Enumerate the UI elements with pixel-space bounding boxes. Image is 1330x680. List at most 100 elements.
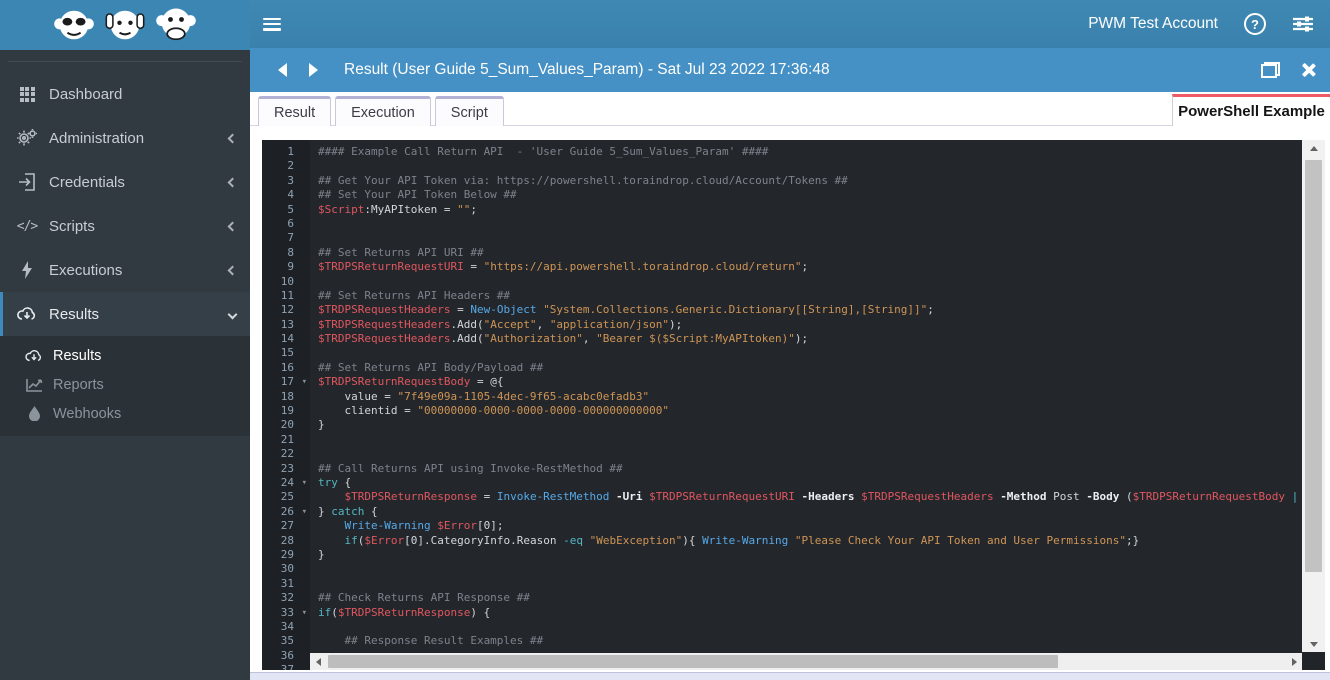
sliders-settings-icon[interactable] [1292, 15, 1314, 33]
code-editor[interactable]: 1 2 3 4 5 6 7 8 9 10 11 12 13 14 15 16 17 ▾ 18 19 20 21 22 23 24… [262, 140, 1302, 670]
code-line: clientid = "00000000-0000-0000-0000-0000… [318, 404, 670, 418]
content-pane: 1 2 3 4 5 6 7 8 9 10 11 12 13 14 15 16 17 ▾ 18 19 20 21 22 23 24… [250, 126, 1330, 680]
code-fold-icon[interactable]: ▾ [302, 375, 307, 389]
sidebar-subitem-webhooks[interactable]: Webhooks [0, 399, 250, 428]
code-line: if($Error[0].CategoryInfo.Reason -eq "We… [344, 533, 1140, 547]
code-line: ## Set Returns API Headers ## [318, 288, 511, 302]
code-line: $Script:MyAPItoken = ""; [318, 202, 477, 216]
code-icon: </> [16, 218, 39, 234]
sidebar-item-label: Executions [49, 261, 123, 279]
cloud-download-icon [24, 349, 44, 363]
code-line: ## Set Returns API Body/Payload ## [318, 360, 544, 374]
editor-code[interactable]: #### Example Call Return API - 'User Gui… [310, 140, 1302, 670]
gears-icon [16, 129, 38, 147]
sidebar-divider [8, 61, 242, 62]
code-line: ## Get Your API Token via: https://power… [318, 173, 848, 187]
code-line: } [318, 547, 325, 561]
topbar: PWM Test Account ? [250, 0, 1330, 48]
sidebar-item-label: Results [49, 305, 100, 323]
result-window-titlebar: Result (User Guide 5_Sum_Values_Param) -… [250, 48, 1330, 92]
sidebar-item-label: Dashboard [49, 85, 123, 103]
editor-gutter: 1 2 3 4 5 6 7 8 9 10 11 12 13 14 15 16 17 ▾ 18 19 20 21 22 23 24… [262, 140, 310, 670]
dashboard-grid-icon [16, 86, 38, 102]
code-line: ## Response Result Examples ## [318, 634, 544, 648]
monkey-see-no-evil-icon [54, 10, 94, 40]
code-line: $TRDPSReturnResponse = Invoke-RestMethod… [344, 490, 1299, 504]
tab-execution[interactable]: Execution [335, 96, 431, 126]
sidebar-item-credentials[interactable]: Credentials [0, 160, 250, 204]
cloud-download-icon [16, 306, 38, 322]
previous-result-button[interactable] [278, 63, 287, 77]
code-line: ## Set Returns API URI ## [318, 245, 484, 259]
tab-script[interactable]: Script [434, 96, 504, 126]
code-fold-icon[interactable]: ▾ [302, 505, 307, 519]
code-line: try { [318, 475, 352, 489]
restore-window-icon[interactable] [1261, 62, 1280, 78]
next-result-button[interactable] [309, 63, 318, 77]
tab-result[interactable]: Result [258, 96, 332, 126]
scroll-up-arrow-icon[interactable] [1302, 140, 1325, 156]
code-line: $TRDPSReturnRequestBody = @{ [318, 375, 504, 389]
horizontal-scrollbar-thumb[interactable] [328, 655, 1058, 668]
sidebar-item-executions[interactable]: Executions [0, 248, 250, 292]
scroll-left-arrow-icon[interactable] [310, 653, 326, 670]
sign-in-icon [16, 173, 38, 191]
code-fold-icon[interactable]: ▾ [302, 476, 307, 490]
bolt-icon [16, 261, 38, 279]
sidebar-subitem-label: Results [53, 347, 102, 364]
account-name[interactable]: PWM Test Account [1088, 15, 1218, 33]
horizontal-scrollbar[interactable] [310, 653, 1302, 670]
sidebar-item-dashboard[interactable]: Dashboard [0, 72, 250, 116]
scrollbar-corner [1302, 652, 1325, 670]
sidebar: Dashboard Administration Credentials </>… [0, 0, 250, 680]
sidebar-item-scripts[interactable]: </> Scripts [0, 204, 250, 248]
close-icon[interactable] [1300, 62, 1316, 78]
code-line: $TRDPSRequestHeaders = New-Object "Syste… [318, 303, 934, 317]
chevron-left-icon [227, 133, 238, 143]
code-line: ## Call Returns API using Invoke-RestMet… [318, 461, 623, 475]
scroll-down-arrow-icon[interactable] [1302, 636, 1325, 652]
code-line: ## Check Returns API Response ## [318, 591, 530, 605]
code-line: Write-Warning $Error[0]; [344, 519, 504, 533]
tab-powershell-example[interactable]: PowerShell Example [1172, 94, 1330, 127]
code-line: value = "7f49e09a-1105-4dec-9f65-acabc0e… [318, 389, 650, 403]
sidebar-item-results[interactable]: Results [0, 292, 250, 336]
sidebar-item-label: Scripts [49, 217, 95, 235]
results-submenu: Results Reports Webhooks [0, 336, 250, 436]
sidebar-subitem-reports[interactable]: Reports [0, 370, 250, 399]
droplet-icon [24, 406, 44, 421]
scroll-right-arrow-icon[interactable] [1286, 653, 1302, 670]
code-line: ## Set Your API Token Below ## [318, 188, 517, 202]
vertical-scrollbar[interactable] [1302, 140, 1325, 670]
sidebar-item-label: Administration [49, 129, 145, 147]
code-line: $TRDPSReturnRequestURI = "https://api.po… [318, 260, 809, 274]
sidebar-subitem-results[interactable]: Results [0, 341, 250, 370]
code-line: $TRDPSRequestHeaders.Add("Accept", "appl… [318, 317, 683, 331]
chevron-down-icon [227, 309, 238, 319]
code-line: } [318, 418, 325, 432]
tab-bar: Result Execution Script PowerShell Examp… [250, 92, 1330, 127]
window-title: Result (User Guide 5_Sum_Values_Param) -… [344, 61, 830, 78]
chart-line-icon [24, 378, 44, 392]
chevron-left-icon [227, 265, 238, 275]
help-icon[interactable]: ? [1244, 13, 1266, 35]
sidebar-item-label: Credentials [49, 173, 125, 191]
monkey-hear-no-evil-icon [105, 10, 145, 40]
page-bottom-strip [250, 672, 1330, 680]
code-line: #### Example Call Return API - 'User Gui… [318, 145, 769, 158]
sidebar-item-administration[interactable]: Administration [0, 116, 250, 160]
hamburger-menu-icon[interactable] [263, 17, 281, 31]
app-logo[interactable] [0, 0, 250, 50]
code-fold-icon[interactable]: ▾ [302, 606, 307, 620]
vertical-scrollbar-thumb[interactable] [1305, 160, 1322, 572]
code-line: } catch { [318, 504, 378, 518]
